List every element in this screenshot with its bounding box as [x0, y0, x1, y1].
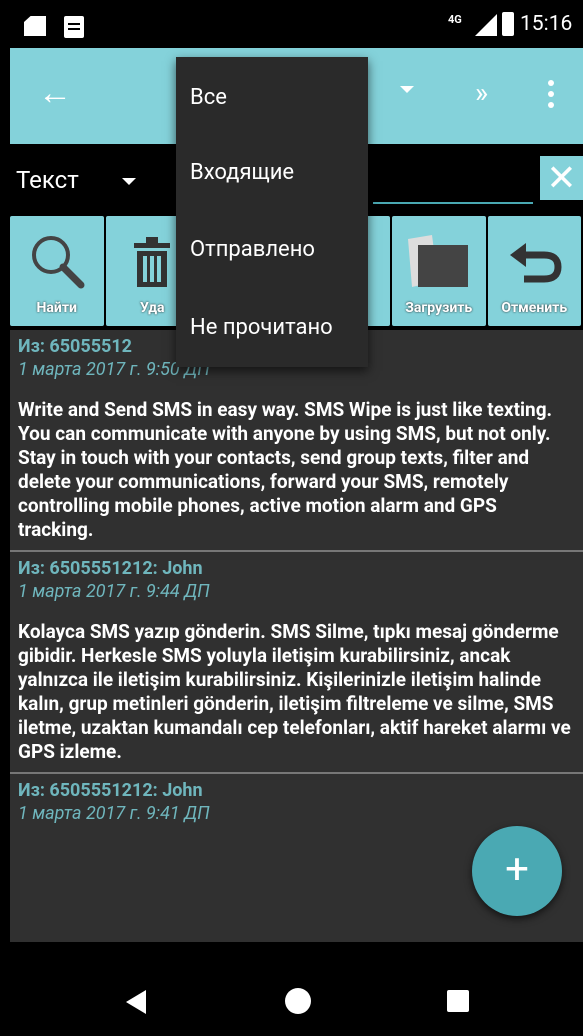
back-arrow-icon[interactable]: ←	[38, 76, 72, 110]
battery-icon	[502, 12, 514, 36]
message-item[interactable]: Из: 6505551212: John 1 марта 2017 г. 9:4…	[10, 552, 583, 774]
clock: 15:16	[520, 12, 573, 36]
cancel-button[interactable]: Отменить	[487, 216, 582, 326]
expand-double-chevron-icon[interactable]: »	[475, 76, 488, 109]
menu-item-incoming[interactable]: Входящие	[190, 160, 294, 185]
menu-item-sent[interactable]: Отправлено	[190, 237, 315, 262]
search-input-underline[interactable]	[373, 202, 533, 204]
network-type: 4G	[448, 13, 462, 26]
message-body: Kolayca SMS yazıp gönderin. SMS Silme, t…	[18, 620, 571, 763]
menu-item-all[interactable]: Все	[190, 85, 227, 110]
undo-icon	[488, 226, 582, 296]
toolbar-dropdown-icon[interactable]	[400, 86, 414, 93]
search-icon	[10, 226, 104, 296]
compose-fab-button[interactable]: +	[472, 826, 562, 916]
nav-home-icon[interactable]	[285, 988, 311, 1014]
filter-dropdown-menu: Все Входящие Отправлено Не прочитано	[176, 57, 368, 367]
dropdown-arrow-icon[interactable]	[122, 178, 136, 185]
message-date: 1 марта 2017 г. 9:41 ДП	[18, 803, 210, 824]
system-nav-bar	[0, 942, 583, 1036]
cancel-label: Отменить	[501, 300, 568, 316]
message-date: 1 марта 2017 г. 9:44 ДП	[18, 581, 210, 602]
notification-icon	[64, 16, 84, 38]
filter-type-select[interactable]: Текст	[16, 166, 79, 194]
signal-icon	[475, 14, 497, 36]
message-sender: Из: 6505551212: John	[18, 780, 203, 801]
clear-button[interactable]: ✕	[540, 156, 583, 200]
find-label: Найти	[36, 300, 77, 316]
nav-back-icon[interactable]	[126, 990, 146, 1014]
load-button[interactable]: Загрузить	[392, 216, 486, 326]
folder-icon	[392, 226, 486, 296]
find-button[interactable]: Найти	[10, 216, 104, 326]
more-options-icon[interactable]	[548, 80, 554, 113]
sd-card-icon	[24, 16, 46, 36]
status-bar: 4G 15:16	[0, 0, 583, 48]
message-body: Write and Send SMS in easy way. SMS Wipe…	[18, 398, 553, 541]
message-sender: Из: 6505551212: John	[18, 558, 203, 579]
nav-recents-icon[interactable]	[447, 990, 469, 1012]
load-label: Загрузить	[405, 300, 473, 316]
menu-item-unread[interactable]: Не прочитано	[190, 315, 333, 340]
